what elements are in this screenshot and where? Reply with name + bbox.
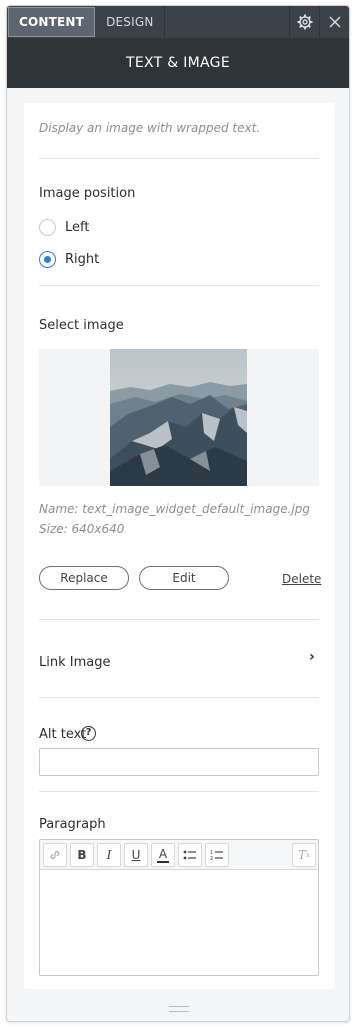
resize-handle[interactable]	[169, 1006, 189, 1012]
help-icon[interactable]: ?	[81, 726, 96, 741]
image-thumbnail[interactable]	[110, 349, 247, 486]
tab-design[interactable]: DESIGN	[96, 6, 165, 38]
paragraph-editor[interactable]: B I U A 12 Tx	[39, 839, 319, 976]
select-image-label: Select image	[39, 318, 124, 333]
italic-icon[interactable]: I	[97, 843, 121, 867]
svg-text:2: 2	[210, 856, 213, 861]
radio-left-label[interactable]: Left	[65, 220, 89, 235]
divider	[39, 619, 319, 620]
bold-icon[interactable]: B	[70, 843, 94, 867]
tab-bar-spacer	[165, 6, 289, 38]
divider	[39, 697, 319, 698]
tab-bar: CONTENT DESIGN	[7, 6, 349, 38]
numbered-list-icon[interactable]: 12	[205, 843, 229, 867]
alt-text-label: Alt text	[39, 727, 87, 742]
image-file-name: Name: text_image_widget_default_image.jp…	[39, 502, 310, 516]
settings-gear-button[interactable]	[289, 6, 319, 38]
mountain-image	[110, 349, 247, 486]
divider	[39, 158, 319, 159]
close-button[interactable]	[319, 6, 349, 38]
close-icon	[329, 16, 340, 28]
widget-settings-panel: CONTENT DESIGN TEXT & IMAGE Display an i…	[6, 5, 350, 1022]
text-color-icon[interactable]: A	[151, 843, 175, 867]
bulleted-list-icon[interactable]	[178, 843, 202, 867]
divider	[39, 791, 319, 792]
clear-format-icon[interactable]: Tx	[292, 843, 316, 867]
delete-link[interactable]: Delete	[282, 572, 321, 586]
tab-content[interactable]: CONTENT	[8, 7, 96, 37]
alt-text-input[interactable]	[39, 748, 319, 776]
panel-title: TEXT & IMAGE	[7, 38, 349, 88]
image-position-label: Image position	[39, 186, 136, 201]
settings-card: Display an image with wrapped text. Imag…	[24, 103, 335, 989]
image-preview-area[interactable]	[39, 349, 319, 486]
edit-button[interactable]: Edit	[139, 566, 229, 590]
underline-icon[interactable]: U	[124, 843, 148, 867]
chevron-right-icon[interactable]: ›	[309, 649, 315, 665]
radio-right[interactable]	[39, 251, 56, 268]
radio-left[interactable]	[39, 219, 56, 236]
link-icon[interactable]	[43, 843, 67, 867]
radio-right-label[interactable]: Right	[65, 252, 99, 267]
gear-icon	[297, 14, 312, 30]
widget-description: Display an image with wrapped text.	[39, 121, 261, 135]
replace-button[interactable]: Replace	[39, 566, 129, 590]
link-image-label[interactable]: Link Image	[39, 655, 110, 670]
image-file-size: Size: 640x640	[39, 522, 125, 536]
paragraph-label: Paragraph	[39, 817, 106, 832]
divider	[39, 285, 319, 286]
editor-toolbar: B I U A 12 Tx	[40, 840, 318, 870]
